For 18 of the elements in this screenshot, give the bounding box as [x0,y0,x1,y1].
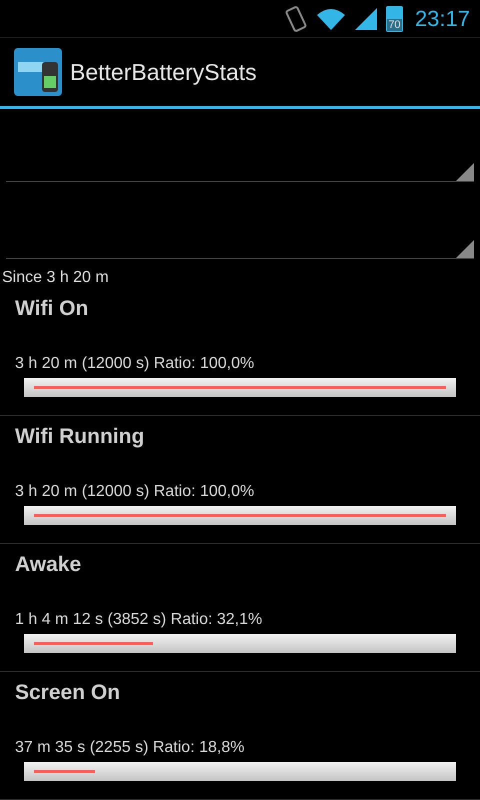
dropdown-triangle-icon [456,240,474,258]
stat-detail: 1 h 4 m 12 s (3852 s) Ratio: 32,1% [15,610,264,630]
app-title: BetterBatteryStats [70,58,257,86]
stat-detail: 37 m 35 s (2255 s) Ratio: 18,8% [15,738,246,758]
since-label: Since 3 h 20 m [1,268,110,288]
dropdown-triangle-icon [456,163,474,181]
stat-detail: 3 h 20 m (12000 s) Ratio: 100,0% [15,354,256,374]
vibrate-icon [284,4,308,32]
signal-icon [354,6,378,30]
battery-icon: 70 [386,6,403,32]
wifi-icon [316,6,346,30]
stat-name: Wifi Running [15,424,146,450]
clock: 23:17 [414,6,470,32]
app-icon [14,48,62,96]
stat-detail: 3 h 20 m (12000 s) Ratio: 100,0% [15,482,256,502]
stat-name: Screen On [15,680,122,706]
stat-name: Wifi On [15,296,90,322]
stat-name: Awake [15,552,82,578]
